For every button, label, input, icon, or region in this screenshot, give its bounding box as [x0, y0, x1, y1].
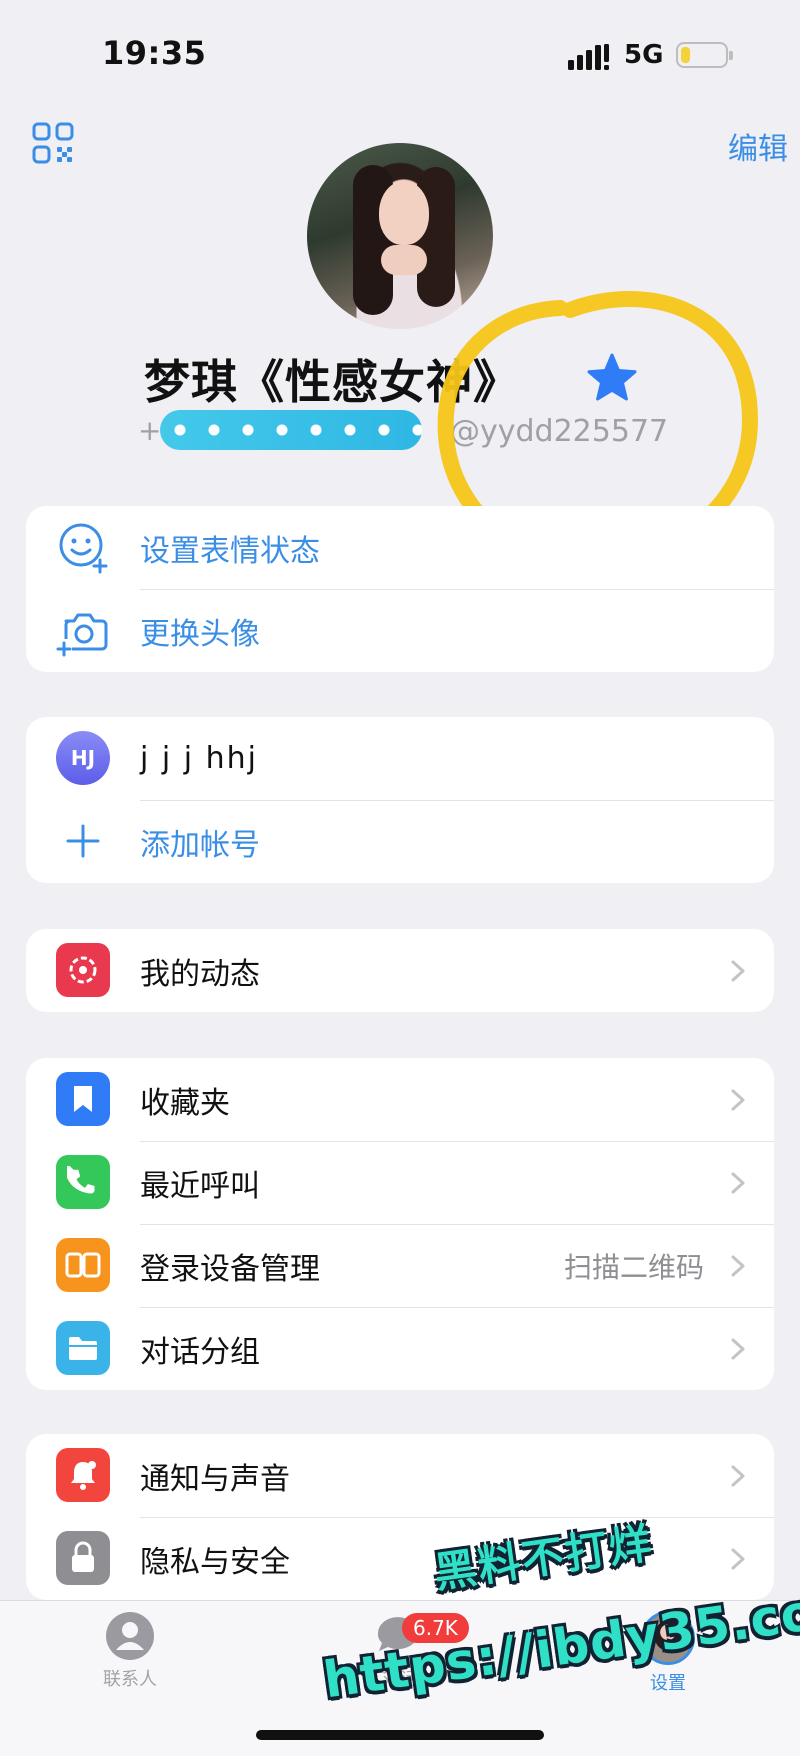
saved-messages-row[interactable]: 收藏夹 — [26, 1058, 774, 1141]
set-emoji-status-label: 设置表情状态 — [140, 533, 320, 569]
contacts-icon — [106, 1612, 154, 1660]
chat-folders-label: 对话分组 — [140, 1334, 260, 1370]
notifications-row[interactable]: 通知与声音 — [26, 1434, 774, 1517]
set-emoji-status-row[interactable]: 设置表情状态 — [26, 506, 774, 589]
main-settings-card: 收藏夹 最近呼叫 登录设备管理 扫描二维码 对话分组 — [26, 1058, 774, 1390]
home-indicator — [256, 1730, 544, 1740]
network-type: 5G — [624, 40, 664, 70]
bookmark-icon — [56, 1072, 110, 1126]
saved-messages-label: 收藏夹 — [140, 1085, 230, 1121]
plus-icon — [66, 824, 100, 858]
devices-row[interactable]: 登录设备管理 扫描二维码 — [26, 1224, 774, 1307]
status-bar: 19:35 5G — [0, 0, 800, 100]
privacy-label: 隐私与安全 — [140, 1544, 290, 1580]
profile-avatar[interactable] — [307, 143, 493, 329]
moments-icon — [56, 943, 110, 997]
account-avatar: HJ — [56, 731, 110, 785]
devices-label: 登录设备管理 — [140, 1251, 320, 1287]
emoji-plus-icon — [59, 523, 108, 574]
qr-code-icon[interactable] — [32, 122, 74, 164]
profile-actions-card: 设置表情状态 更换头像 — [26, 506, 774, 672]
recent-calls-label: 最近呼叫 — [140, 1168, 260, 1204]
phone-icon — [56, 1155, 110, 1209]
my-moments-row[interactable]: 我的动态 — [26, 929, 774, 1012]
my-moments-label: 我的动态 — [140, 956, 260, 992]
chevron-right-icon — [731, 1255, 745, 1277]
bell-icon — [56, 1448, 110, 1502]
privacy-row[interactable]: 隐私与安全 — [26, 1517, 774, 1600]
profile-name: 梦琪《性感女神》 — [144, 355, 520, 409]
phone-number-redaction — [160, 410, 422, 450]
chevron-right-icon — [731, 1338, 745, 1360]
tab-contacts-label: 联系人 — [103, 1669, 157, 1690]
account-row[interactable]: HJ j j j hhj — [26, 717, 774, 800]
scan-qr-value: 扫描二维码 — [563, 1250, 704, 1284]
battery-icon — [676, 42, 733, 68]
camera-plus-icon — [56, 613, 108, 657]
premium-star-icon[interactable] — [586, 352, 638, 404]
phone-prefix: + — [138, 414, 162, 447]
change-avatar-label: 更换头像 — [140, 616, 260, 652]
chevron-right-icon — [731, 1089, 745, 1111]
chevron-right-icon — [731, 1172, 745, 1194]
lock-icon — [56, 1531, 110, 1585]
add-account-row[interactable]: 添加帐号 — [26, 800, 774, 883]
devices-icon — [56, 1238, 110, 1292]
moments-card: 我的动态 — [26, 929, 774, 1012]
chevron-right-icon — [731, 960, 745, 982]
change-avatar-row[interactable]: 更换头像 — [26, 589, 774, 672]
chat-folders-row[interactable]: 对话分组 — [26, 1307, 774, 1390]
accounts-card: HJ j j j hhj 添加帐号 — [26, 717, 774, 883]
signal-icon — [568, 44, 609, 70]
battery-level — [681, 47, 690, 63]
status-time: 19:35 — [102, 34, 207, 72]
chevron-right-icon — [731, 1548, 745, 1570]
edit-button[interactable]: 编辑 — [728, 124, 788, 168]
account-name: j j j hhj — [140, 741, 258, 776]
add-account-label: 添加帐号 — [140, 827, 260, 863]
recent-calls-row[interactable]: 最近呼叫 — [26, 1141, 774, 1224]
folder-icon — [56, 1321, 110, 1375]
profile-username[interactable]: @yydd225577 — [450, 414, 668, 449]
notifications-label: 通知与声音 — [140, 1461, 290, 1497]
settings-card: 通知与声音 隐私与安全 — [26, 1434, 774, 1600]
tab-contacts[interactable]: 联系人 — [50, 1611, 210, 1691]
tab-settings-label: 设置 — [650, 1673, 686, 1694]
chevron-right-icon — [731, 1465, 745, 1487]
